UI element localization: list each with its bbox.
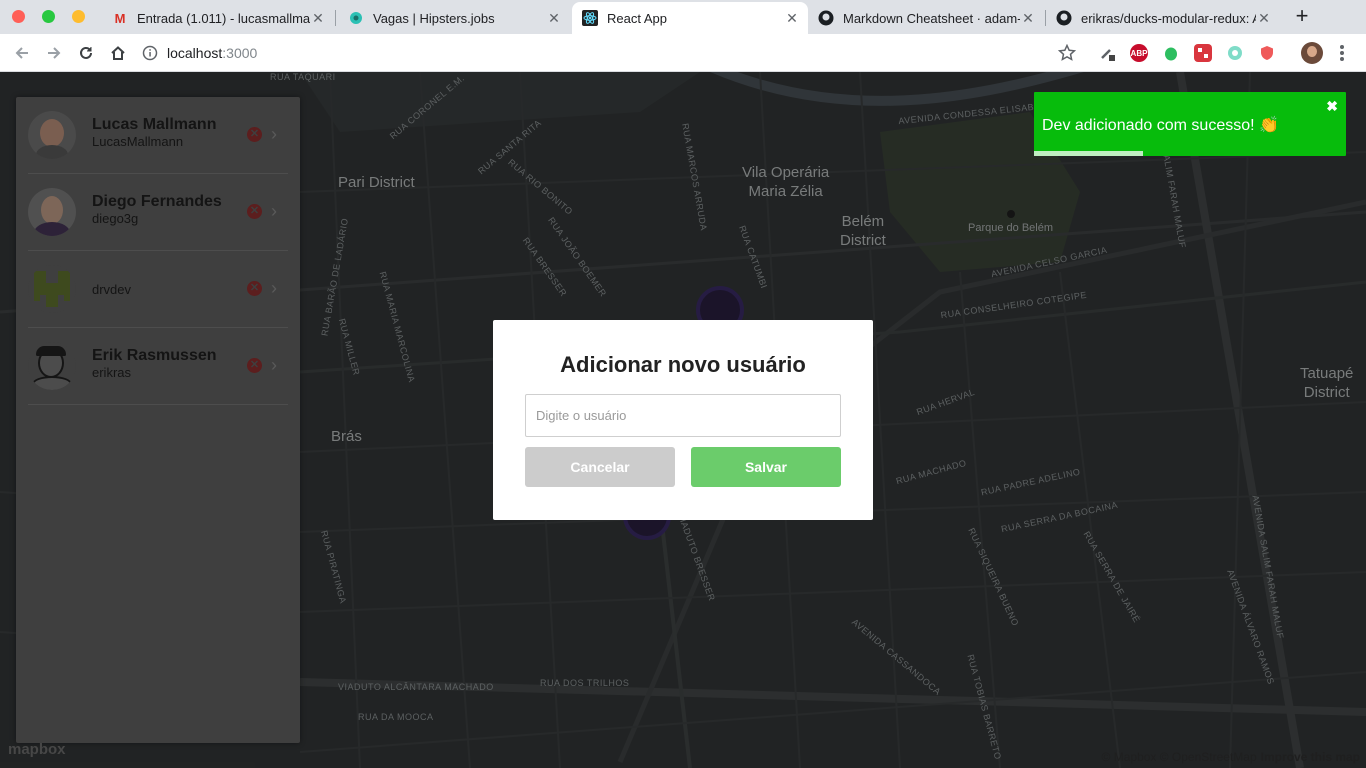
tab-title: React App [607,10,667,26]
user-name: Diego Fernandes [92,193,222,210]
remove-user-icon[interactable]: ✕ [247,281,262,296]
map-viewport[interactable]: RUA TAQUARI AVENIDA CONDESSA ELISABETH R… [0,72,1366,768]
modal-title: Adicionar novo usuário [560,352,806,377]
username-input[interactable] [525,394,841,437]
toast-progress-bar [1034,151,1144,156]
avatar [28,265,76,313]
gmail-icon: M [114,10,126,26]
profile-avatar[interactable] [1301,42,1323,64]
new-tab-button[interactable]: + [1290,5,1314,29]
adblock-icon[interactable]: ABP [1130,44,1148,62]
close-tab-icon[interactable]: ✕ [1020,10,1036,27]
tab-ducks-modular-redux[interactable]: erikras/ducks-modular-redux: A ✕ [1046,2,1280,34]
user-name: Lucas Mallmann [92,116,217,133]
tab-hipsters[interactable]: Vagas | Hipsters.jobs ✕ [338,2,570,34]
tab-react-app[interactable]: React App ✕ [572,2,808,34]
close-tab-icon[interactable]: ✕ [784,10,800,27]
tab-bar: M Entrada (1.011) - lucasmallmann ✕ Vaga… [0,0,1366,34]
user-sidebar: Lucas Mallmann LucasMallmann ✕ › Diego F… [16,97,300,743]
tab-gmail[interactable]: M Entrada (1.011) - lucasmallmann ✕ [102,2,334,34]
remove-user-icon[interactable]: ✕ [247,127,262,142]
chevron-right-icon[interactable]: › [271,124,277,145]
close-tab-icon[interactable]: ✕ [310,10,326,27]
close-icon[interactable]: ✖ [1326,98,1338,115]
github-icon [1056,10,1072,26]
tab-title: Markdown Cheatsheet · adam-p [843,10,1020,26]
reload-icon [80,46,92,59]
user-row[interactable]: Erik Rasmussen erikras ✕ › [28,328,288,405]
avatar [28,188,76,236]
address-bar[interactable]: localhost:3000 [142,38,1092,68]
remove-user-icon[interactable]: ✕ [247,204,262,219]
back-button[interactable] [9,40,35,66]
close-tab-icon[interactable]: ✕ [1256,10,1272,27]
success-toast[interactable]: Dev adicionado com sucesso! 👏 ✖ [1034,92,1346,156]
minimize-window-button[interactable] [72,10,85,23]
extension-icon[interactable] [1226,44,1244,62]
user-row[interactable]: drvdev ✕ › [28,251,288,328]
arrow-right-icon [48,47,61,59]
shield-icon[interactable] [1258,44,1276,62]
attribution-text[interactable]: © Mapbox © OpenStreetMap [1102,750,1257,764]
tab-title: Entrada (1.011) - lucasmallmann [137,10,310,26]
remove-user-icon[interactable]: ✕ [247,358,262,373]
react-icon [582,10,598,26]
user-row[interactable]: Lucas Mallmann LucasMallmann ✕ › [28,97,288,174]
user-login: erikras [92,365,132,380]
toast-message: Dev adicionado com sucesso! 👏 [1042,117,1279,134]
add-user-modal: Adicionar novo usuário Cancelar Salvar [493,320,873,520]
extension-icon[interactable] [1194,44,1212,62]
tab-title: Vagas | Hipsters.jobs [373,10,495,26]
url-port: :3000 [222,45,258,61]
url-host: localhost [167,45,223,61]
evernote-icon[interactable] [1162,44,1180,62]
home-button[interactable] [105,40,131,66]
reload-button[interactable] [73,40,99,66]
home-icon [111,46,125,60]
avatar [28,111,76,159]
tab-title: erikras/ducks-modular-redux: A [1081,10,1256,26]
tab-markdown-cheatsheet[interactable]: Markdown Cheatsheet · adam-p ✕ [808,2,1044,34]
forward-button[interactable] [41,40,67,66]
github-icon [818,10,834,26]
cancel-button[interactable]: Cancelar [525,447,675,487]
menu-kebab-icon[interactable] [1340,44,1346,62]
user-row[interactable]: Diego Fernandes diego3g ✕ › [28,174,288,251]
arrow-left-icon [15,47,28,59]
chevron-right-icon[interactable]: › [271,201,277,222]
map-attribution: © Mapbox © OpenStreetMap Improve this map [1102,750,1360,764]
chevron-right-icon[interactable]: › [271,278,277,299]
mapbox-logo[interactable]: mapbox [8,741,66,758]
user-name: Erik Rasmussen [92,347,217,364]
colorpicker-icon[interactable] [1098,44,1116,62]
hipsters-icon [348,10,364,26]
avatar [28,342,76,390]
user-login: LucasMallmann [92,134,184,149]
chevron-right-icon[interactable]: › [271,355,277,376]
bookmark-star-icon[interactable] [1058,44,1076,62]
maximize-window-button[interactable] [42,10,55,23]
user-login: diego3g [92,211,139,226]
user-login: drvdev [92,282,132,297]
improve-map-link[interactable]: Improve this map [1261,750,1360,764]
close-tab-icon[interactable]: ✕ [546,10,562,27]
save-button[interactable]: Salvar [691,447,841,487]
close-window-button[interactable] [12,10,25,23]
info-icon[interactable] [142,45,158,61]
